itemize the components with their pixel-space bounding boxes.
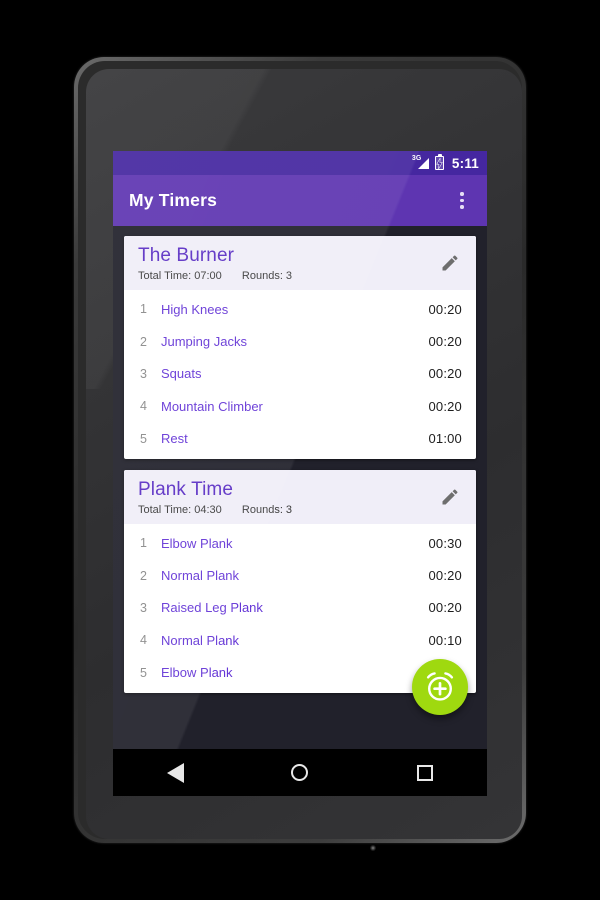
exercise-name: Mountain Climber: [161, 398, 263, 414]
exercise-name: High Knees: [161, 301, 229, 317]
device-screen: 3G 5:11 My Timers The Burner Total Time:…: [113, 151, 487, 749]
signal-bars-shape: [417, 158, 429, 169]
back-glyph: [166, 762, 184, 783]
exercise-duration: 00:10: [428, 632, 462, 648]
exercise-duration: 00:20: [428, 334, 462, 350]
table-row[interactable]: 1 High Knees 00:20: [124, 293, 476, 325]
notification-led: [370, 845, 376, 851]
exercise-name: Squats: [161, 366, 202, 382]
recents-glyph: [416, 764, 433, 781]
exercise-name: Normal Plank: [161, 568, 240, 584]
row-index: 2: [140, 568, 147, 583]
row-index: 3: [140, 600, 147, 615]
exercise-duration: 00:30: [428, 535, 462, 551]
exercise-name: Jumping Jacks: [161, 334, 247, 350]
table-row[interactable]: 4 Mountain Climber 00:20: [124, 390, 476, 422]
exercise-duration: 00:20: [428, 366, 462, 382]
signal-3g-icon: 3G: [412, 155, 429, 170]
overflow-dot: [460, 198, 464, 203]
timer-list[interactable]: The Burner Total Time: 07:00 Rounds: 3 1: [113, 226, 487, 749]
timer-card-header-text: The Burner Total Time: 07:00 Rounds: 3: [138, 245, 436, 283]
home-glyph: [291, 764, 309, 781]
app-bar: My Timers: [113, 175, 487, 226]
exercise-name: Elbow Plank: [161, 535, 233, 551]
table-row[interactable]: 1 Elbow Plank 00:30: [124, 527, 476, 559]
timer-rounds: Rounds: 3: [241, 503, 293, 516]
battery-bolt-glyph: [436, 157, 443, 169]
timer-meta: Total Time: 07:00 Rounds: 3: [138, 270, 436, 283]
exercise-duration: 01:00: [428, 431, 462, 447]
exercise-duration: 00:20: [428, 600, 462, 616]
overflow-dot: [460, 205, 464, 209]
timer-total-time: Total Time: 07:00: [138, 270, 222, 282]
exercise-duration: 00:20: [428, 301, 462, 317]
exercise-name: Normal Plank: [161, 632, 240, 648]
pencil-edit-icon[interactable]: [436, 249, 464, 277]
table-row[interactable]: 4 Normal Plank 00:10: [124, 624, 476, 656]
android-navigation-bar: [113, 749, 487, 796]
exercise-rows: 1 High Knees 00:20 2 Jumping Jacks 00:20…: [124, 290, 476, 459]
row-index: 5: [140, 431, 147, 446]
exercise-name: Rest: [161, 431, 188, 447]
exercise-name: Raised Leg Plank: [161, 600, 263, 616]
table-row[interactable]: 2 Normal Plank 00:20: [124, 559, 476, 591]
timer-meta: Total Time: 04:30 Rounds: 3: [138, 504, 436, 517]
home-circle-icon[interactable]: [270, 749, 330, 796]
page-title: My Timers: [129, 190, 218, 210]
row-index: 4: [140, 633, 147, 648]
timer-card-header[interactable]: Plank Time Total Time: 04:30 Rounds: 3: [124, 469, 476, 524]
timer-card-header[interactable]: The Burner Total Time: 07:00 Rounds: 3: [124, 236, 476, 290]
overflow-dot: [460, 192, 464, 196]
timer-card-header-text: Plank Time Total Time: 04:30 Rounds: 3: [138, 479, 436, 517]
screenshot-stage: 3G 5:11 My Timers The Burner Total Time:…: [0, 0, 600, 900]
timer-card[interactable]: Plank Time Total Time: 04:30 Rounds: 3 1: [124, 469, 476, 693]
timer-rounds: Rounds: 3: [241, 270, 293, 282]
status-bar-clock: 5:11: [451, 155, 479, 171]
overflow-menu-icon[interactable]: [443, 179, 481, 223]
timer-card[interactable]: The Burner Total Time: 07:00 Rounds: 3 1: [124, 236, 476, 459]
add-alarm-icon[interactable]: [412, 659, 468, 715]
row-index: 4: [140, 399, 147, 414]
battery-charging-icon: [434, 153, 444, 170]
table-row[interactable]: 3 Raised Leg Plank 00:20: [124, 592, 476, 624]
exercise-duration: 00:20: [428, 398, 462, 414]
table-row[interactable]: 2 Jumping Jacks 00:20: [124, 325, 476, 357]
row-index: 2: [140, 334, 147, 349]
back-triangle-icon[interactable]: [145, 749, 205, 796]
exercise-duration: 00:20: [428, 568, 462, 584]
timer-title: Plank Time: [138, 478, 233, 500]
row-index: 1: [140, 302, 147, 317]
timer-total-time: Total Time: 04:30: [138, 503, 222, 516]
row-index: 5: [140, 665, 147, 680]
table-row[interactable]: 3 Squats 00:20: [124, 358, 476, 390]
status-bar-icons: 3G 5:11: [412, 153, 479, 171]
recents-square-icon[interactable]: [395, 749, 455, 796]
table-row[interactable]: 5 Rest 01:00: [124, 423, 476, 455]
status-bar: 3G 5:11: [113, 151, 487, 175]
row-index: 3: [140, 366, 147, 381]
row-index: 1: [140, 536, 147, 551]
pencil-edit-icon[interactable]: [436, 483, 464, 511]
timer-title: The Burner: [138, 245, 235, 266]
